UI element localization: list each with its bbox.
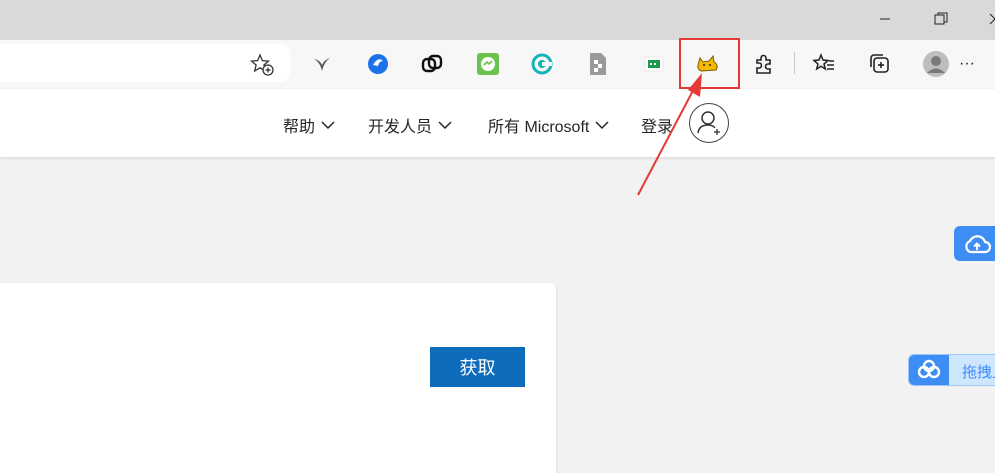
nav-help-label: 帮助 <box>283 119 316 136</box>
favorites-icon[interactable] <box>810 50 838 78</box>
cloud-tab[interactable] <box>954 226 995 261</box>
cloud-upload-icon <box>964 234 991 253</box>
highlight-box <box>679 38 740 89</box>
nav-all-microsoft-label: 所有 Microsoft <box>488 119 590 136</box>
chevron-down-icon <box>321 121 335 130</box>
chevron-down-icon <box>438 121 452 130</box>
nav-developers-label: 开发人员 <box>368 119 433 136</box>
close-icon <box>989 13 995 25</box>
minimize-button[interactable] <box>870 4 900 34</box>
nav-signin-label: 登录 <box>641 119 674 136</box>
puzzle-extensions-icon[interactable] <box>750 50 778 78</box>
green-screen-extension-icon[interactable] <box>640 50 668 78</box>
more-icon[interactable]: ··· <box>955 50 979 78</box>
nav-all-microsoft[interactable]: 所有 Microsoft <box>488 114 609 136</box>
site-header: 帮助 开发人员 所有 Microsoft 登录 <box>0 89 995 157</box>
teal-c-extension-icon[interactable] <box>528 50 556 78</box>
restore-button[interactable] <box>926 4 956 34</box>
close-button[interactable] <box>980 4 995 34</box>
minimize-icon <box>880 18 890 20</box>
collections-icon[interactable] <box>866 50 894 78</box>
toolbar-divider <box>794 52 795 74</box>
nav-signin[interactable]: 登录 <box>641 114 673 136</box>
person-add-icon <box>697 111 720 135</box>
bird-extension-icon[interactable] <box>308 50 336 78</box>
chevron-down-icon <box>595 121 609 130</box>
signin-avatar[interactable] <box>689 103 729 143</box>
browser-toolbar: ··· <box>0 40 995 88</box>
baidu-cloud-icon <box>909 355 949 385</box>
address-bar[interactable] <box>0 44 290 82</box>
document-extension-icon[interactable] <box>584 50 612 78</box>
restore-icon <box>934 12 948 25</box>
get-button[interactable]: 获取 <box>430 347 525 387</box>
add-favorite-icon[interactable] <box>250 53 274 77</box>
green-chat-extension-icon[interactable] <box>474 50 502 78</box>
nav-help[interactable]: 帮助 <box>283 114 335 136</box>
drag-upload-widget[interactable]: 拖拽上 <box>908 354 995 386</box>
nav-developers[interactable]: 开发人员 <box>368 114 452 136</box>
title-bar <box>0 0 995 40</box>
profile-icon[interactable] <box>922 50 950 78</box>
blue-circle-extension-icon[interactable] <box>364 50 392 78</box>
drag-upload-label: 拖拽上 <box>962 364 995 381</box>
copy-link-extension-icon[interactable] <box>418 50 446 78</box>
